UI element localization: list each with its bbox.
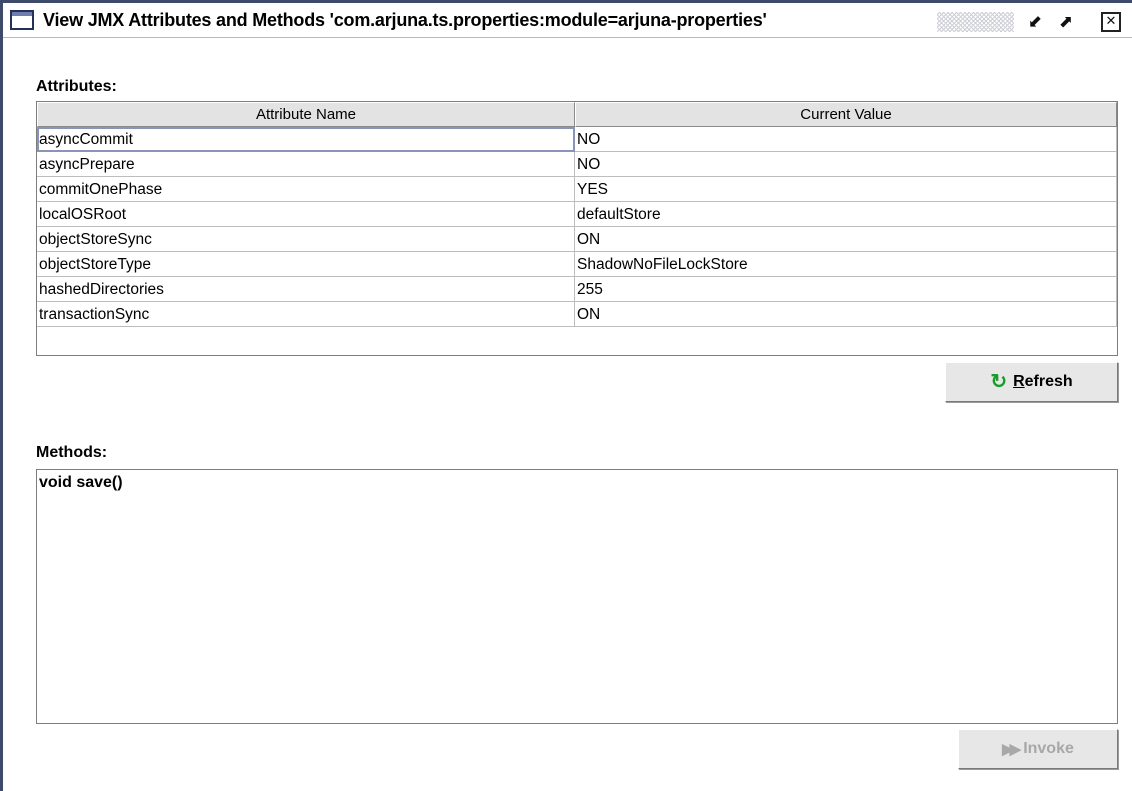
attribute-name-cell[interactable]: asyncPrepare [37, 152, 575, 177]
refresh-label-rest: efresh [1024, 373, 1073, 390]
attribute-value-cell[interactable]: defaultStore [575, 202, 1117, 227]
attribute-name-cell[interactable]: transactionSync [37, 302, 575, 327]
invoke-button-label: Invoke [1023, 740, 1074, 757]
table-row[interactable]: localOSRoot defaultStore [37, 202, 1117, 227]
attribute-name-cell[interactable]: commitOnePhase [37, 177, 575, 202]
attribute-value-cell[interactable]: ShadowNoFileLockStore [575, 252, 1117, 277]
attribute-value-cell[interactable]: NO [575, 127, 1117, 152]
table-row[interactable]: transactionSync ON [37, 302, 1117, 327]
table-row[interactable]: hashedDirectories 255 [37, 277, 1117, 302]
jmx-window: View JMX Attributes and Methods 'com.arj… [0, 0, 1132, 791]
table-row[interactable]: commitOnePhase YES [37, 177, 1117, 202]
attribute-value-cell[interactable]: 255 [575, 277, 1117, 302]
attribute-name-cell[interactable]: objectStoreSync [37, 227, 575, 252]
list-item[interactable]: void save() [39, 474, 123, 492]
refresh-button[interactable]: ↻ Refresh [945, 362, 1118, 402]
window-icon [10, 10, 34, 30]
attribute-value-cell[interactable]: ON [575, 302, 1117, 327]
title-bar[interactable]: View JMX Attributes and Methods 'com.arj… [3, 0, 1132, 38]
refresh-mnemonic: R [1013, 373, 1025, 390]
methods-label: Methods: [36, 444, 108, 461]
methods-list[interactable]: void save() [36, 469, 1118, 724]
attribute-value-cell[interactable]: ON [575, 227, 1117, 252]
refresh-icon: ↻ [990, 371, 1008, 393]
invoke-button[interactable]: ▶▶ Invoke [958, 729, 1118, 769]
table-row[interactable]: asyncCommit NO [37, 127, 1117, 152]
attribute-value-cell[interactable]: NO [575, 152, 1117, 177]
column-header-current-value[interactable]: Current Value [575, 102, 1117, 127]
refresh-button-label: Refresh [1013, 373, 1073, 391]
maximize-icon[interactable]: ⬈ [1055, 11, 1077, 33]
minimize-icon[interactable]: ⬋ [1024, 11, 1046, 33]
table-row[interactable]: objectStoreType ShadowNoFileLockStore [37, 252, 1117, 277]
column-header-attribute-name[interactable]: Attribute Name [37, 102, 575, 127]
invoke-icon: ▶▶ [1002, 740, 1021, 758]
table-row[interactable]: asyncPrepare NO [37, 152, 1117, 177]
attribute-value-cell[interactable]: YES [575, 177, 1117, 202]
close-icon[interactable]: ✕ [1101, 12, 1121, 32]
window-title: View JMX Attributes and Methods 'com.arj… [43, 10, 767, 30]
attributes-label: Attributes: [36, 78, 117, 95]
attribute-name-cell[interactable]: asyncCommit [37, 127, 575, 152]
title-bar-grip [937, 12, 1014, 32]
attribute-name-cell[interactable]: objectStoreType [37, 252, 575, 277]
attribute-name-cell[interactable]: hashedDirectories [37, 277, 575, 302]
attribute-name-cell[interactable]: localOSRoot [37, 202, 575, 227]
table-header: Attribute Name Current Value [37, 102, 1117, 127]
attributes-table[interactable]: Attribute Name Current Value asyncCommit… [36, 101, 1118, 356]
table-row[interactable]: objectStoreSync ON [37, 227, 1117, 252]
